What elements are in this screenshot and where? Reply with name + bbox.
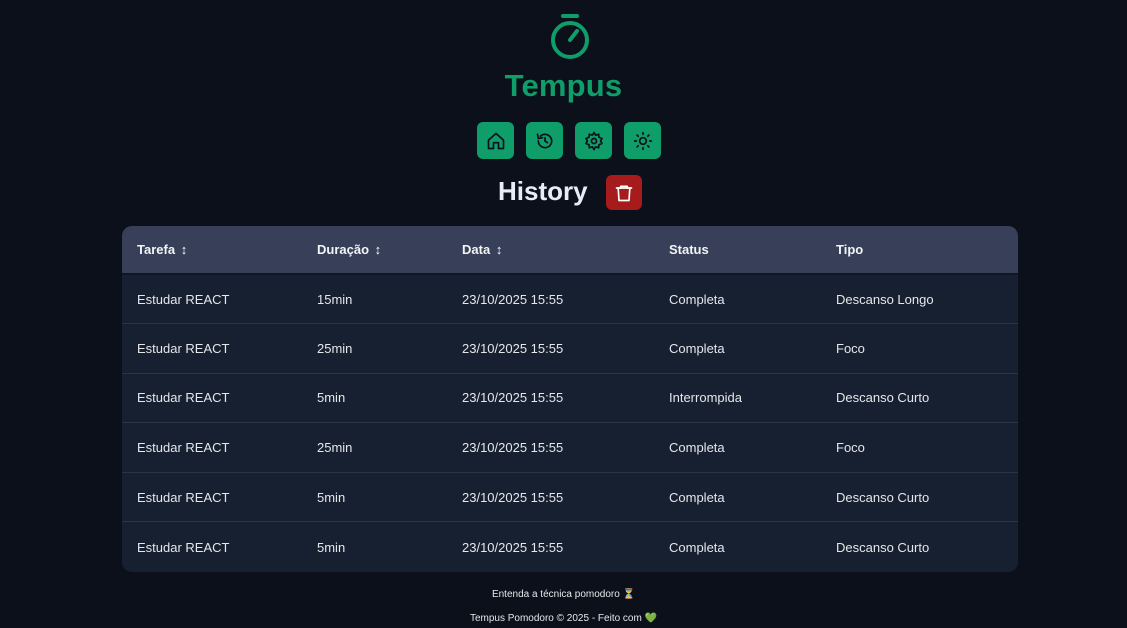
header-tipo: Tipo [821, 226, 1018, 275]
sort-icon[interactable]: ↕ [181, 242, 188, 257]
sort-icon[interactable]: ↕ [496, 242, 503, 257]
header-duracao[interactable]: Duração ↕ [302, 226, 447, 275]
nav-bar [477, 122, 661, 159]
sun-icon [633, 131, 652, 150]
history-table: Tarefa ↕ Duração ↕ Data ↕ Status Tipo Es… [122, 226, 1018, 572]
cell-data: 23/10/2025 15:55 [462, 440, 564, 456]
cell-tarefa: Estudar REACT [137, 340, 230, 356]
cell-status: Completa [669, 539, 725, 555]
cell-tarefa: Estudar REACT [137, 291, 230, 307]
cell-data: 23/10/2025 15:55 [462, 390, 564, 406]
cell-status: Interrompida [669, 390, 742, 406]
home-icon [487, 132, 504, 149]
history-icon [536, 133, 552, 148]
cell-tipo: Descanso Longo [836, 291, 934, 307]
cell-tipo: Foco [836, 340, 865, 356]
cell-duracao: 25min [317, 340, 353, 356]
header-tarefa[interactable]: Tarefa ↕ [122, 226, 302, 275]
cell-duracao: 5min [317, 390, 346, 406]
cell-data: 23/10/2025 15:55 [462, 291, 564, 307]
cell-duracao: 5min [317, 489, 346, 505]
cell-data: 23/10/2025 15:55 [462, 340, 564, 356]
settings-button[interactable] [575, 122, 612, 159]
table-row: Estudar REACT 5min 23/10/2025 15:55 Comp… [122, 472, 1018, 522]
heart-icon: 💚 [644, 613, 658, 624]
table-row: Estudar REACT 5min 23/10/2025 15:55 Comp… [122, 522, 1018, 572]
table-row: Estudar REACT 25min 23/10/2025 15:55 Com… [122, 423, 1018, 473]
pomodoro-info-link[interactable]: Entenda a técnica pomodoro ⏳ [0, 589, 1127, 600]
table-row: Estudar REACT 15min 23/10/2025 15:55 Com… [122, 274, 1018, 324]
stopwatch-icon [551, 14, 589, 59]
table-row: Estudar REACT 5min 23/10/2025 15:55 Inte… [122, 373, 1018, 423]
table-row: Estudar REACT 25min 23/10/2025 15:55 Com… [122, 324, 1018, 374]
home-button[interactable] [477, 122, 514, 159]
header-data[interactable]: Data ↕ [447, 226, 654, 275]
cell-tarefa: Estudar REACT [137, 539, 230, 555]
theme-toggle-button[interactable] [624, 122, 661, 159]
cell-data: 23/10/2025 15:55 [462, 489, 564, 505]
cell-duracao: 5min [317, 539, 346, 555]
cell-tipo: Descanso Curto [836, 539, 930, 555]
history-button[interactable] [526, 122, 563, 159]
cell-tarefa: Estudar REACT [137, 390, 230, 406]
footer-copyright: Tempus Pomodoro © 2025 - Feito com 💚 [469, 613, 658, 624]
cell-tipo: Foco [836, 440, 865, 456]
page-title: History [498, 176, 588, 206]
gear-icon [584, 130, 603, 151]
cell-status: Completa [669, 340, 725, 356]
sort-icon[interactable]: ↕ [375, 242, 382, 257]
cell-duracao: 15min [317, 291, 353, 307]
cell-tipo: Descanso Curto [836, 390, 930, 406]
hourglass-icon: ⏳ [622, 589, 636, 600]
cell-status: Completa [669, 440, 725, 456]
cell-tarefa: Estudar REACT [137, 489, 230, 505]
trash-icon [615, 185, 633, 201]
cell-status: Completa [669, 489, 725, 505]
header-status: Status [654, 226, 821, 275]
cell-tipo: Descanso Curto [836, 489, 930, 505]
app-title: Tempus [504, 68, 623, 103]
clear-history-button[interactable] [606, 175, 642, 210]
table-header-row: Tarefa ↕ Duração ↕ Data ↕ Status Tipo [122, 226, 1018, 275]
cell-data: 23/10/2025 15:55 [462, 539, 564, 555]
cell-duracao: 25min [317, 440, 353, 456]
cell-status: Completa [669, 291, 725, 307]
cell-tarefa: Estudar REACT [137, 440, 230, 456]
